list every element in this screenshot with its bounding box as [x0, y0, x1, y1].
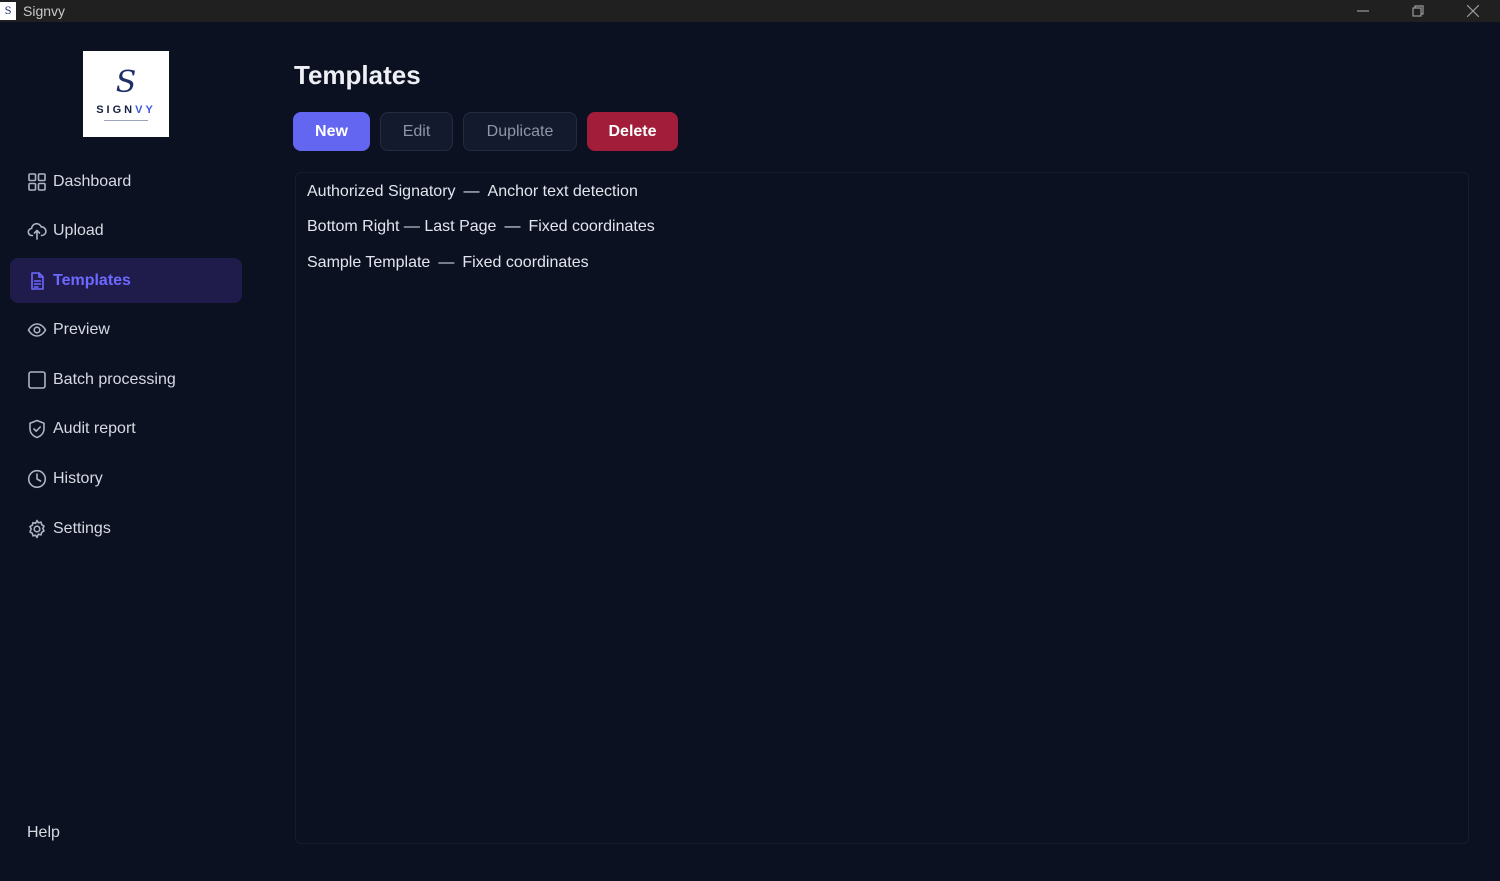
- close-button[interactable]: [1445, 0, 1500, 22]
- sidebar-nav: Dashboard Upload Templates Preview Batch…: [10, 159, 242, 556]
- close-icon: [1466, 5, 1479, 17]
- sidebar-item-settings[interactable]: Settings: [10, 506, 242, 551]
- separator: —: [438, 253, 455, 271]
- restore-icon: [1411, 5, 1424, 17]
- sidebar: S SIGNVY Dashboard Upload Templates Prev…: [0, 22, 252, 881]
- duplicate-template-button[interactable]: Duplicate: [463, 112, 577, 151]
- template-list: Authorized Signatory — Anchor text detec…: [295, 172, 1469, 844]
- template-name: Sample Template: [307, 253, 431, 271]
- sidebar-item-label: Templates: [53, 271, 131, 289]
- logo-tagline-line: [104, 119, 148, 121]
- title-bar: S Signvy: [0, 0, 1500, 22]
- template-name: Authorized Signatory: [307, 182, 456, 200]
- template-list-item[interactable]: Sample Template — Fixed coordinates: [296, 245, 1468, 281]
- sidebar-item-templates[interactable]: Templates: [10, 258, 242, 304]
- new-template-button[interactable]: New: [293, 112, 370, 151]
- sidebar-item-batch-processing[interactable]: Batch processing: [10, 357, 242, 402]
- minimize-button[interactable]: [1335, 0, 1390, 22]
- separator: —: [504, 218, 521, 236]
- square-icon: [27, 370, 47, 390]
- separator: —: [463, 182, 480, 200]
- template-list-item[interactable]: Authorized Signatory — Anchor text detec…: [296, 174, 1468, 210]
- template-method: Anchor text detection: [487, 182, 638, 200]
- template-name: Bottom Right — Last Page: [307, 218, 497, 236]
- maximize-button[interactable]: [1390, 0, 1445, 22]
- shield-check-icon: [27, 419, 47, 439]
- dashboard-grid-icon: [27, 172, 47, 192]
- sidebar-item-history[interactable]: History: [10, 457, 242, 502]
- page-title: Templates: [294, 60, 421, 90]
- sidebar-item-upload[interactable]: Upload: [10, 209, 242, 254]
- minimize-icon: [1356, 10, 1369, 12]
- template-method: Fixed coordinates: [528, 218, 655, 236]
- cloud-upload-icon: [27, 221, 47, 241]
- logo-mark: S: [115, 64, 137, 100]
- gear-icon: [27, 519, 47, 539]
- template-toolbar: New Edit Duplicate Delete: [293, 112, 688, 151]
- signvy-logo-icon: S: [0, 2, 16, 20]
- sidebar-item-label: Settings: [53, 519, 111, 537]
- sidebar-item-label: History: [53, 470, 103, 488]
- window-title: Signvy: [23, 3, 66, 19]
- signvy-logo: S SIGNVY: [83, 51, 169, 137]
- eye-icon: [27, 320, 47, 340]
- sidebar-item-label: Preview: [53, 321, 110, 339]
- delete-template-button[interactable]: Delete: [587, 112, 678, 151]
- sidebar-item-label: Batch processing: [53, 370, 176, 388]
- help-link[interactable]: Help: [27, 824, 60, 842]
- sidebar-item-audit-report[interactable]: Audit report: [10, 407, 242, 452]
- sidebar-item-label: Dashboard: [53, 172, 132, 190]
- window-controls: [1335, 0, 1500, 22]
- logo-wordmark: SIGNVY: [96, 103, 156, 116]
- sidebar-item-label: Upload: [53, 222, 104, 240]
- edit-template-button[interactable]: Edit: [380, 112, 453, 151]
- sidebar-item-preview[interactable]: Preview: [10, 308, 242, 353]
- template-method: Fixed coordinates: [462, 253, 589, 271]
- template-list-item[interactable]: Bottom Right — Last Page — Fixed coordin…: [296, 210, 1468, 246]
- document-icon: [27, 271, 47, 291]
- clock-icon: [27, 469, 47, 489]
- sidebar-item-label: Audit report: [53, 420, 136, 438]
- sidebar-item-dashboard[interactable]: Dashboard: [10, 159, 242, 204]
